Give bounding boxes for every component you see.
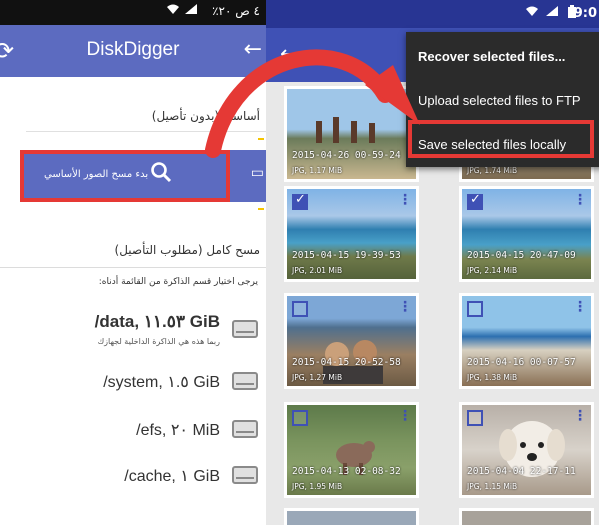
photo-meta: JPG, 1.38 MiB: [467, 373, 518, 382]
photo-tile[interactable]: ⋮ 2015-04-13 02-08-32 JPG, 1.95 MiB: [284, 402, 419, 498]
photo-meta: JPG, 2.01 MiB: [292, 266, 343, 275]
checkbox[interactable]: [292, 410, 308, 426]
drive-name: /efs, ٢٠ MiB: [136, 422, 220, 439]
photo-meta: JPG, 1.95 MiB: [292, 482, 343, 491]
more-options-icon[interactable]: ⋮: [573, 299, 587, 315]
hard-drive-icon: [232, 466, 258, 484]
red-arrow-icon: [205, 49, 420, 158]
highlight-box: [408, 120, 594, 158]
photo-tile[interactable]: ⋮ 2015-04-04 22-17-11 JPG, 1.15 MiB: [459, 402, 594, 498]
hard-drive-icon: [232, 372, 258, 390]
photo-date: 2015-04-15 20-52-58: [292, 357, 401, 368]
scan-button-label: بدء مسح الصور الأساسي: [44, 169, 149, 180]
menu-item-recover[interactable]: Recover selected files...: [418, 49, 565, 64]
checkbox[interactable]: [467, 301, 483, 317]
photo-tile[interactable]: [459, 508, 594, 525]
drive-name: /data, ١١.٥٣ GiB: [94, 312, 220, 331]
drive-name: /cache, ١ GiB: [124, 468, 220, 485]
hard-drive-icon: [232, 420, 258, 438]
photo-date: 2015-04-04 22-17-11: [467, 466, 576, 477]
more-options-icon[interactable]: ⋮: [573, 408, 587, 424]
hard-drive-icon: [232, 320, 258, 338]
photo-meta: JPG, 1.27 MiB: [292, 373, 343, 382]
status-bar: 9:0: [266, 0, 599, 28]
checkbox[interactable]: [467, 410, 483, 426]
status-bar: ٤ ص ٢٠٪: [0, 0, 266, 25]
yellow-marker: [258, 208, 264, 210]
checkbox[interactable]: [292, 301, 308, 317]
drive-item-cache[interactable]: /cache, ١ GiB: [0, 464, 266, 506]
more-options-icon[interactable]: ⋮: [398, 192, 412, 208]
drive-description: ربما هذه هي الذاكرة الداخلية لجهازك: [97, 337, 220, 346]
photo-tile[interactable]: ⋮ 2015-04-15 19-39-53 JPG, 2.01 MiB: [284, 186, 419, 282]
checkbox-checked[interactable]: [292, 192, 308, 210]
photo-meta: JPG, 1.15 MiB: [467, 482, 518, 491]
divider: [0, 267, 266, 268]
full-scan-label: مسح كامل (مطلوب التأصيل): [114, 243, 260, 257]
photo-date: 2015-04-15 20-47-09: [467, 250, 576, 261]
drive-name: /system, ١.٥ GiB: [103, 374, 220, 391]
more-options-icon[interactable]: ⋮: [398, 299, 412, 315]
menu-item-upload-ftp[interactable]: Upload selected files to FTP: [418, 93, 581, 108]
photo-tile[interactable]: ⋮ 2015-04-15 20-47-09 JPG, 2.14 MiB: [459, 186, 594, 282]
photo-date: 2015-04-16 00-07-57: [467, 357, 576, 368]
photo-tile[interactable]: [284, 508, 419, 525]
signal-icon: [545, 5, 559, 21]
more-options-icon[interactable]: ⋮: [573, 192, 587, 208]
photo-tile[interactable]: ⋮ 2015-04-15 20-52-58 JPG, 1.27 MiB: [284, 293, 419, 389]
drive-item-data[interactable]: /data, ١١.٥٣ GiB ربما هذه هي الذاكرة الد…: [0, 310, 266, 352]
status-text: ٤ ص ٢٠٪: [212, 4, 260, 18]
wifi-icon: [525, 5, 539, 21]
clock: 9:0: [573, 6, 597, 21]
search-icon: [150, 161, 172, 189]
photo-date: 2015-04-13 02-08-32: [292, 466, 401, 477]
photo-meta: JPG, 2.14 MiB: [467, 266, 518, 275]
more-options-icon[interactable]: ⋮: [398, 408, 412, 424]
wifi-icon: [166, 3, 180, 18]
drive-item-efs[interactable]: /efs, ٢٠ MiB: [0, 418, 266, 460]
checkbox-checked[interactable]: [467, 192, 483, 210]
photo-date: 2015-04-15 19-39-53: [292, 250, 401, 261]
choose-partition-hint: يرجى اختيار قسم الذاكرة من القائمة أدناه…: [98, 277, 258, 287]
photo-meta: JPG, 1.74 MiB: [467, 166, 518, 175]
photo-tile[interactable]: ⋮ 2015-04-16 00-07-57 JPG, 1.38 MiB: [459, 293, 594, 389]
signal-icon: [184, 3, 198, 18]
drive-item-system[interactable]: /system, ١.٥ GiB: [0, 370, 266, 412]
